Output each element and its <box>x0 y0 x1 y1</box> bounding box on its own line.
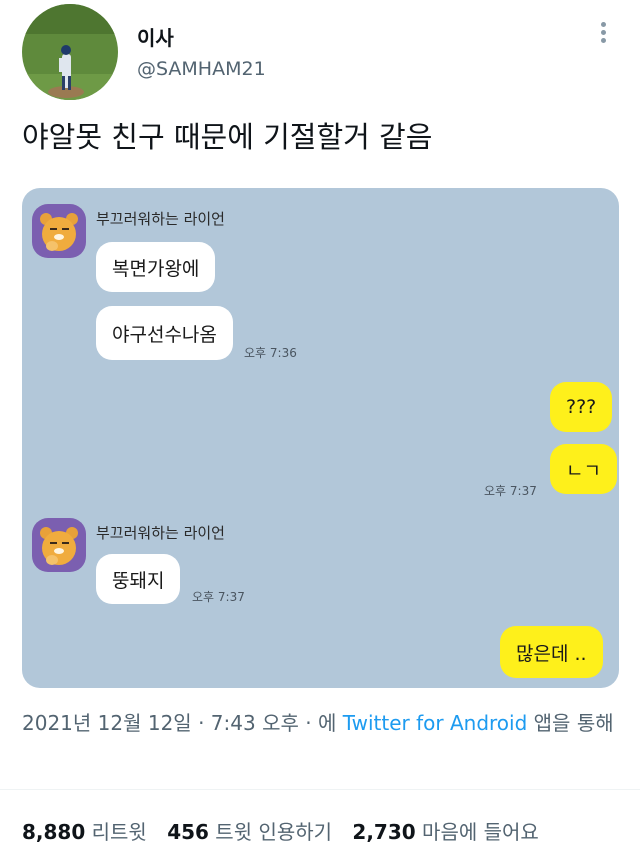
user-handle[interactable]: @SAMHAM21 <box>137 58 266 80</box>
chat-bubble-sent: ㄴㄱ <box>550 444 617 494</box>
chat-bubble-sent: 많은데 .. <box>500 626 603 678</box>
display-name[interactable]: 이사 <box>137 22 174 51</box>
tweet-date[interactable]: 2021년 12월 12일 <box>22 711 192 735</box>
divider <box>0 789 640 790</box>
retweets-stat[interactable]: 8,880 리트윗 <box>22 820 147 844</box>
chat-bubble-received: 야구선수나옴 <box>96 306 233 360</box>
ryan-avatar-icon <box>32 204 86 258</box>
profile-avatar[interactable] <box>22 4 118 100</box>
chat-timestamp: 오후 7:36 <box>244 346 297 360</box>
more-vertical-icon[interactable] <box>597 22 609 46</box>
chat-screenshot[interactable]: 부끄러워하는 라이언 복면가왕에 야구선수나옴 오후 7:36 ??? ㄴㄱ 오… <box>22 188 619 688</box>
likes-stat[interactable]: 2,730 마음에 들어요 <box>352 820 538 844</box>
ryan-avatar-icon <box>32 518 86 572</box>
chat-bubble-received: 뚱돼지 <box>96 554 181 604</box>
chat-bubble-received: 복면가왕에 <box>96 242 216 292</box>
via-prefix: 에 <box>317 711 337 735</box>
chat-timestamp: 오후 7:37 <box>484 484 537 498</box>
chat-sender-name: 부끄러워하는 라이언 <box>96 210 225 228</box>
quotes-stat[interactable]: 456 트윗 인용하기 <box>167 820 332 844</box>
chat-sender-name: 부끄러워하는 라이언 <box>96 524 225 542</box>
tweet-text: 야알못 친구 때문에 기절할거 같음 <box>22 120 433 154</box>
via-suffix: 앱을 통해 <box>533 711 614 735</box>
tweet-time[interactable]: 7:43 오후 <box>211 711 299 735</box>
source-app-link[interactable]: Twitter for Android <box>343 711 528 735</box>
tweet-metadata: 2021년 12월 12일 · 7:43 오후 · 에 Twitter for … <box>22 711 614 735</box>
chat-timestamp: 오후 7:37 <box>192 590 245 604</box>
baseball-player-photo <box>22 4 118 100</box>
engagement-stats: 8,880 리트윗 456 트윗 인용하기 2,730 마음에 들어요 <box>22 816 539 845</box>
chat-bubble-sent: ??? <box>550 382 613 432</box>
